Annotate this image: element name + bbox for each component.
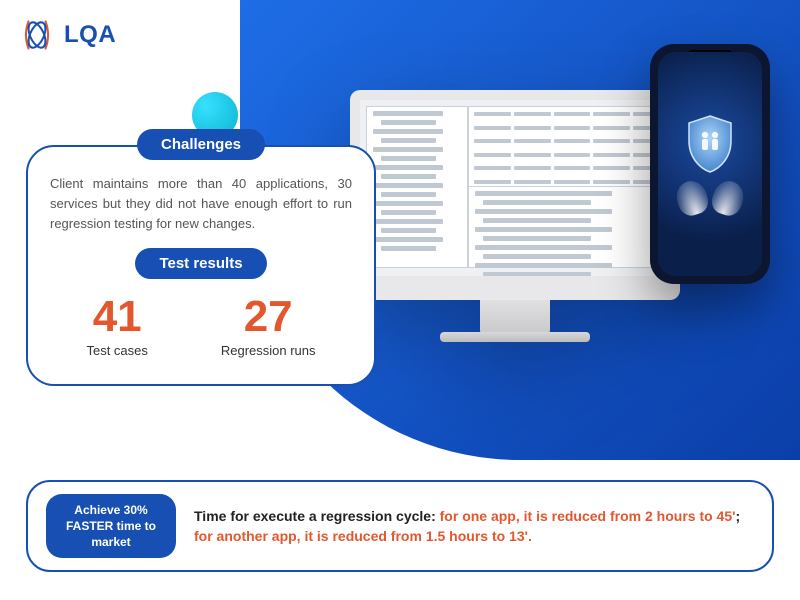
brand-logo: LQA [20,18,116,52]
monitor-screen [350,90,680,300]
results-pill-wrap: Test results [50,248,352,279]
metric-value: 41 [86,295,147,339]
ide-table-pane [468,106,676,196]
bottom-mid: ; [735,508,740,524]
ide-detail-pane [468,186,666,268]
metric-label: Test cases [86,343,147,358]
shield-hands-graphic [675,113,745,215]
challenges-body: Client maintains more than 40 applicatio… [50,174,352,234]
smartphone-illustration [650,44,770,284]
phone-screen [658,52,762,276]
metric-item: 27 Regression runs [221,295,316,358]
brand-name: LQA [64,21,116,49]
bottom-highlight-2: for another app, it is reduced from 1.5 … [194,528,532,544]
metric-value: 27 [221,295,316,339]
bottom-text: Time for execute a regression cycle: for… [194,506,754,547]
bottom-summary-card: Achieve 30% FASTER time to market Time f… [26,480,774,572]
results-pill: Test results [135,248,266,279]
monitor-stand [480,300,550,336]
cupped-hands-icon [675,179,745,215]
desktop-monitor-illustration [350,90,680,336]
ide-tree-pane [366,106,468,268]
bottom-lead: Time for execute a regression cycle: [194,508,440,524]
metric-item: 41 Test cases [86,295,147,358]
bottom-highlight-1: for one app, it is reduced from 2 hours … [440,508,736,524]
challenges-pill-wrap: Challenges [50,129,352,160]
challenges-card: Challenges Client maintains more than 40… [26,145,376,386]
shield-icon [683,113,737,175]
metric-label: Regression runs [221,343,316,358]
challenges-pill: Challenges [137,129,265,160]
achieve-badge: Achieve 30% FASTER time to market [46,494,176,558]
brand-mark-icon [20,18,54,52]
metrics-row: 41 Test cases 27 Regression runs [50,295,352,358]
